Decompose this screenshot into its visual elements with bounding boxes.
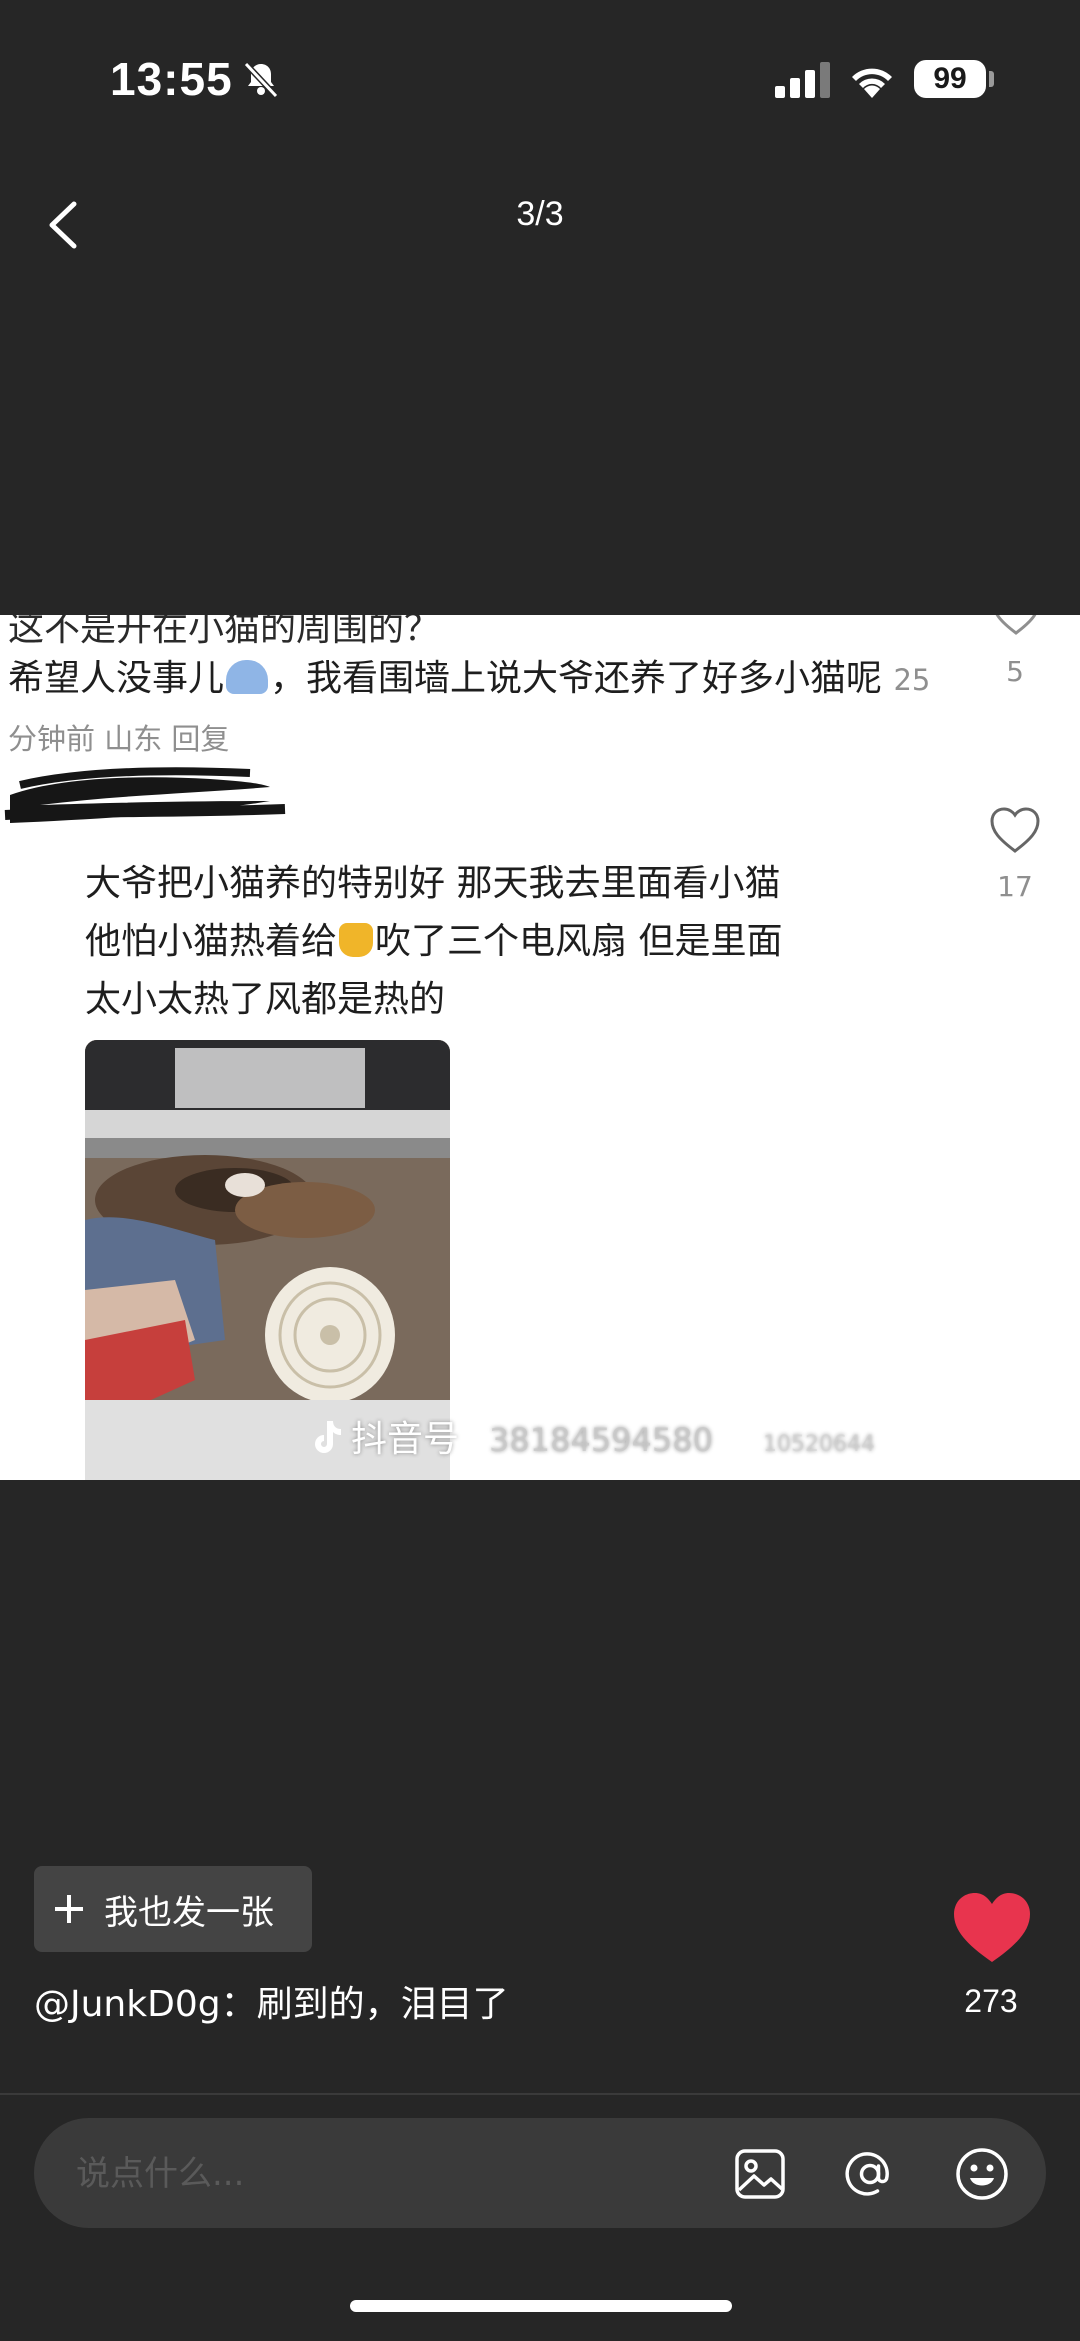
home-indicator[interactable] bbox=[350, 2300, 732, 2312]
reply-text: 大爷把小猫养的特别好 那天我去里面看小猫 他怕小猫热着给 吹了三个电风扇 但是里面… bbox=[85, 855, 945, 1029]
comment-text: 希望人没事儿 ，我看围墙上说大爷还养了好多小猫呢 25分钟前 山东 回复 bbox=[8, 650, 938, 768]
plus-icon bbox=[55, 1895, 83, 1923]
post-button-label: 我也发一张 bbox=[104, 1892, 274, 1933]
comment-like-count: 5 bbox=[1006, 655, 1024, 688]
post-one-too-button[interactable]: 我也发一张 bbox=[34, 1866, 312, 1952]
reply-line: 大爷把小猫养的特别好 那天我去里面看小猫 bbox=[85, 863, 781, 904]
heart-outline-icon bbox=[995, 615, 1037, 635]
like-count: 273 bbox=[964, 1983, 1018, 2019]
watermark-id: 38184594580 bbox=[489, 1421, 713, 1459]
page-counter: 3/3 bbox=[516, 195, 564, 233]
comment-text-part: ，我看围墙上说大爷还养了好多小猫呢 bbox=[270, 658, 883, 699]
comment-bar bbox=[34, 2118, 1046, 2230]
reply-line: 太小太热了风都是热的 bbox=[85, 979, 446, 1020]
tiktok-logo-icon bbox=[315, 1421, 341, 1453]
back-button[interactable] bbox=[30, 190, 100, 260]
watermark: 抖音号 38184594580 10520644 bbox=[305, 1410, 875, 1462]
heart-outline-icon bbox=[990, 807, 1040, 853]
comment-like-count: 17 bbox=[997, 870, 1033, 903]
at-icon[interactable] bbox=[842, 2146, 898, 2202]
watermark-extra: 10520644 bbox=[762, 1432, 875, 1457]
wifi-icon bbox=[852, 68, 892, 98]
redacted-username bbox=[4, 767, 286, 823]
signal-icon bbox=[775, 62, 830, 98]
comment-input[interactable] bbox=[74, 2118, 718, 2230]
battery-tip bbox=[989, 71, 994, 87]
reply-line: 他怕小猫热着给 吹了三个电风扇 但是里面 bbox=[85, 913, 945, 971]
like-heart-icon[interactable] bbox=[950, 1890, 1034, 1966]
bell-off-icon bbox=[243, 61, 279, 99]
reply-text-part: 吹了三个电风扇 但是里面 bbox=[375, 921, 783, 962]
image-icon[interactable] bbox=[734, 2148, 786, 2200]
divider bbox=[0, 2093, 1080, 2095]
watermark-label: 抖音号 bbox=[351, 1419, 460, 1460]
emoji-icon[interactable] bbox=[954, 2146, 1010, 2202]
post-caption: @JunkD0g：刷到的，泪目了 bbox=[34, 1984, 509, 2025]
cut-off-comment-text: 这不是开在小猫的周围的？ bbox=[8, 615, 441, 649]
status-bar: 13:55 99 bbox=[0, 0, 1080, 160]
sad-emoji-icon bbox=[226, 660, 269, 694]
battery-icon: 99 bbox=[914, 60, 986, 98]
post-image[interactable]: 这不是开在小猫的周围的？ 5 希望人没事儿 ，我看围墙上说大爷还养了好多小猫呢 2… bbox=[0, 615, 1080, 1480]
comment-text-part: 希望人没事儿 bbox=[8, 658, 225, 699]
status-time: 13:55 bbox=[110, 53, 233, 105]
cat-emoji-icon bbox=[339, 923, 374, 957]
reply-text-part: 他怕小猫热着给 bbox=[85, 921, 338, 962]
